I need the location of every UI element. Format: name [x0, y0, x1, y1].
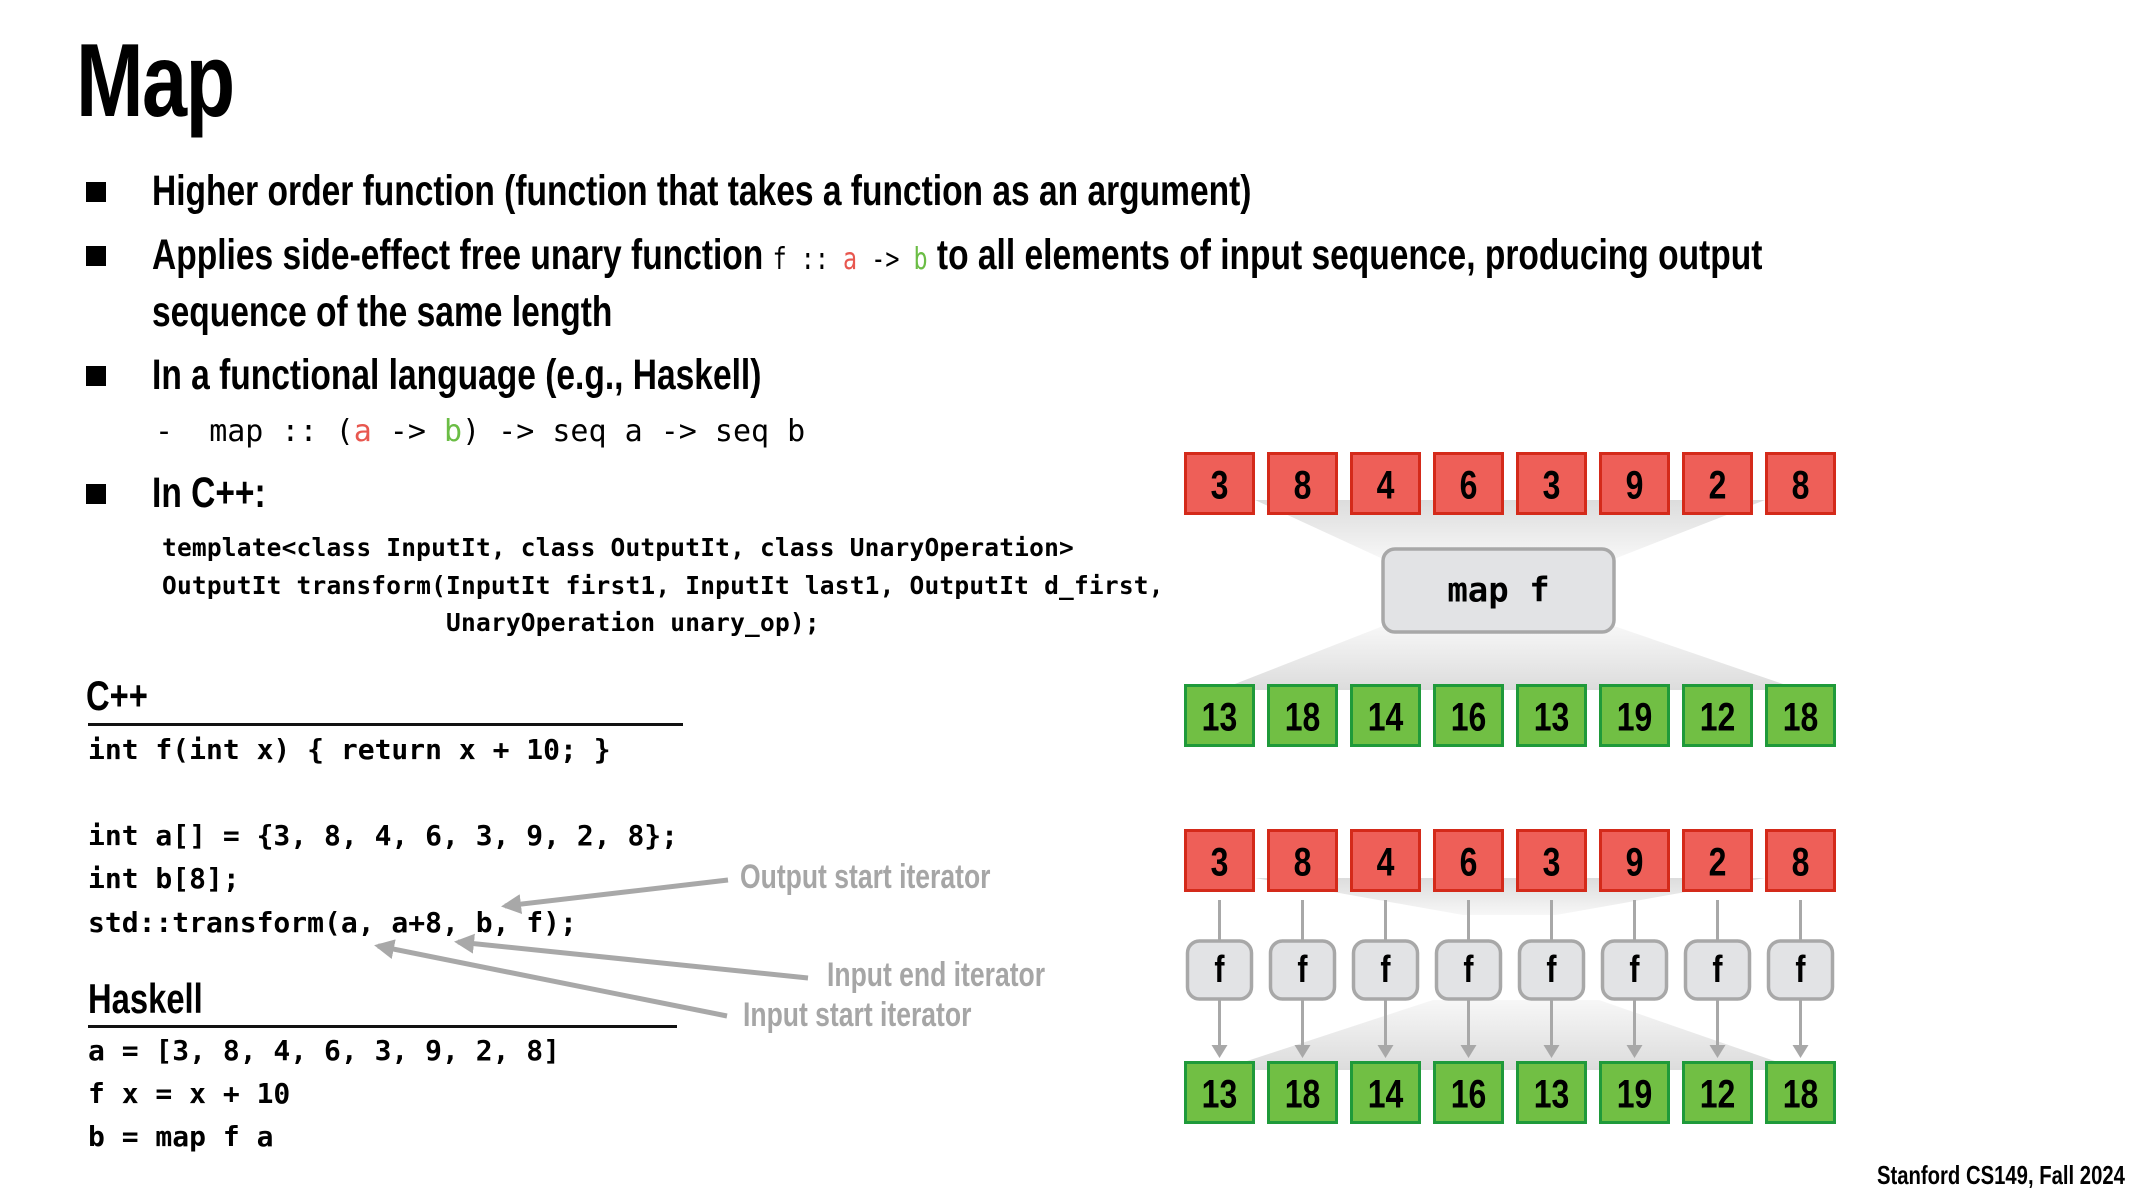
output-value: 19 [1617, 694, 1653, 739]
output-value: 18 [1783, 1071, 1819, 1116]
shadow-funnel-bottom [1219, 626, 1801, 690]
input-value: 8 [1792, 462, 1810, 507]
input-value: 4 [1377, 839, 1395, 884]
f-label: f [1795, 949, 1806, 991]
input-value: 4 [1377, 462, 1395, 507]
output-value: 14 [1368, 1071, 1404, 1116]
output-value: 14 [1368, 694, 1404, 739]
input-value: 6 [1460, 462, 1478, 507]
input-value: 9 [1626, 462, 1644, 507]
f-label: f [1546, 949, 1557, 991]
output-value: 12 [1700, 1071, 1736, 1116]
f-label: f [1214, 949, 1225, 991]
f-label: f [1712, 949, 1723, 991]
output-value: 13 [1202, 1071, 1238, 1116]
input-start-arrow [374, 939, 728, 1019]
output-value: 13 [1202, 694, 1238, 739]
input-value: 2 [1709, 839, 1727, 884]
output-value: 19 [1617, 1071, 1653, 1116]
map-diagram: 3 8 4 6 3 9 2 8 map f 13 18 14 16 13 19 12 18 3 8 4 6 3 9 2 8 f f… [374, 452, 1836, 1124]
map-f-label: map f [1447, 571, 1549, 611]
input-value: 9 [1626, 839, 1644, 884]
annotation-arrows [374, 877, 809, 1019]
arrow-down-icon [1792, 1045, 1809, 1058]
input-value: 8 [1792, 839, 1810, 884]
input-value: 6 [1460, 839, 1478, 884]
output-value: 12 [1700, 694, 1736, 739]
arrow-down-icon [1211, 1045, 1228, 1058]
shadow-funnel-bottom [1219, 1000, 1801, 1070]
input-value: 3 [1211, 462, 1229, 507]
output-value: 13 [1534, 1071, 1570, 1116]
input-value: 8 [1294, 462, 1312, 507]
output-start-arrow [501, 877, 729, 915]
input-value: 8 [1294, 839, 1312, 884]
input-value: 2 [1709, 462, 1727, 507]
map-diagram-elementwise: 3 8 4 6 3 9 2 8 f f f f f f f f 13 18 14 16 13 19 12 18 [1184, 829, 1836, 1124]
input-value: 3 [1543, 839, 1561, 884]
output-value: 16 [1451, 694, 1487, 739]
map-diagram-collective: 3 8 4 6 3 9 2 8 map f 13 18 14 16 13 19 12 18 [1184, 452, 1836, 747]
output-value: 18 [1285, 1071, 1321, 1116]
input-value: 3 [1211, 839, 1229, 884]
f-label: f [1629, 949, 1640, 991]
f-label: f [1297, 949, 1308, 991]
f-label: f [1380, 949, 1391, 991]
output-value: 13 [1534, 694, 1570, 739]
input-value: 3 [1543, 462, 1561, 507]
output-value: 18 [1783, 694, 1819, 739]
output-value: 16 [1451, 1071, 1487, 1116]
f-label: f [1463, 949, 1474, 991]
output-value: 18 [1285, 694, 1321, 739]
